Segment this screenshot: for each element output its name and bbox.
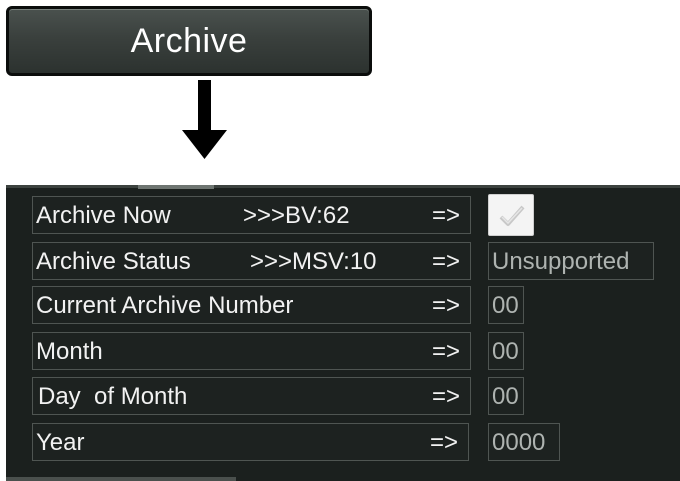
day-of-month-value[interactable]: 00 bbox=[488, 377, 524, 415]
panel-bottom-indicator bbox=[6, 477, 236, 481]
row-label: Archive Status bbox=[36, 248, 191, 275]
row-month: Month => bbox=[32, 332, 471, 370]
arrow-down-icon bbox=[182, 80, 227, 159]
panel-top-border bbox=[6, 185, 680, 188]
row-label: Current Archive Number bbox=[36, 292, 294, 319]
row-label: Year bbox=[36, 429, 85, 456]
row-label: Month bbox=[36, 338, 103, 365]
row-reference: >>>MSV:10 bbox=[250, 248, 377, 275]
current-archive-number-value[interactable]: 00 bbox=[488, 286, 524, 324]
row-arrow: => bbox=[431, 338, 460, 365]
row-current-archive-number: Current Archive Number => bbox=[32, 286, 471, 324]
archive-button-label: Archive bbox=[130, 21, 248, 60]
archive-status-value: Unsupported bbox=[488, 242, 654, 280]
month-value[interactable]: 00 bbox=[488, 332, 524, 370]
row-label: Archive Now bbox=[36, 202, 171, 229]
year-value[interactable]: 0000 bbox=[488, 423, 560, 461]
archive-settings-panel: Archive Now >>>BV:62 => Archive Status >… bbox=[6, 185, 680, 481]
panel-tab-indicator bbox=[138, 185, 214, 189]
archive-button[interactable]: Archive bbox=[6, 6, 372, 76]
checkmark-icon bbox=[499, 205, 525, 226]
row-arrow: => bbox=[431, 202, 460, 229]
row-day-of-month: Day of Month => bbox=[32, 377, 471, 415]
row-arrow: => bbox=[429, 429, 458, 456]
row-reference: >>>BV:62 bbox=[243, 202, 350, 229]
row-arrow: => bbox=[431, 248, 460, 275]
row-arrow: => bbox=[431, 383, 460, 410]
archive-now-checkbox[interactable] bbox=[488, 194, 534, 236]
row-archive-now: Archive Now >>>BV:62 => bbox=[32, 196, 471, 234]
row-label: Day of Month bbox=[38, 383, 188, 410]
row-arrow: => bbox=[431, 292, 460, 319]
row-year: Year => bbox=[32, 423, 469, 461]
row-archive-status: Archive Status >>>MSV:10 => bbox=[32, 242, 471, 280]
